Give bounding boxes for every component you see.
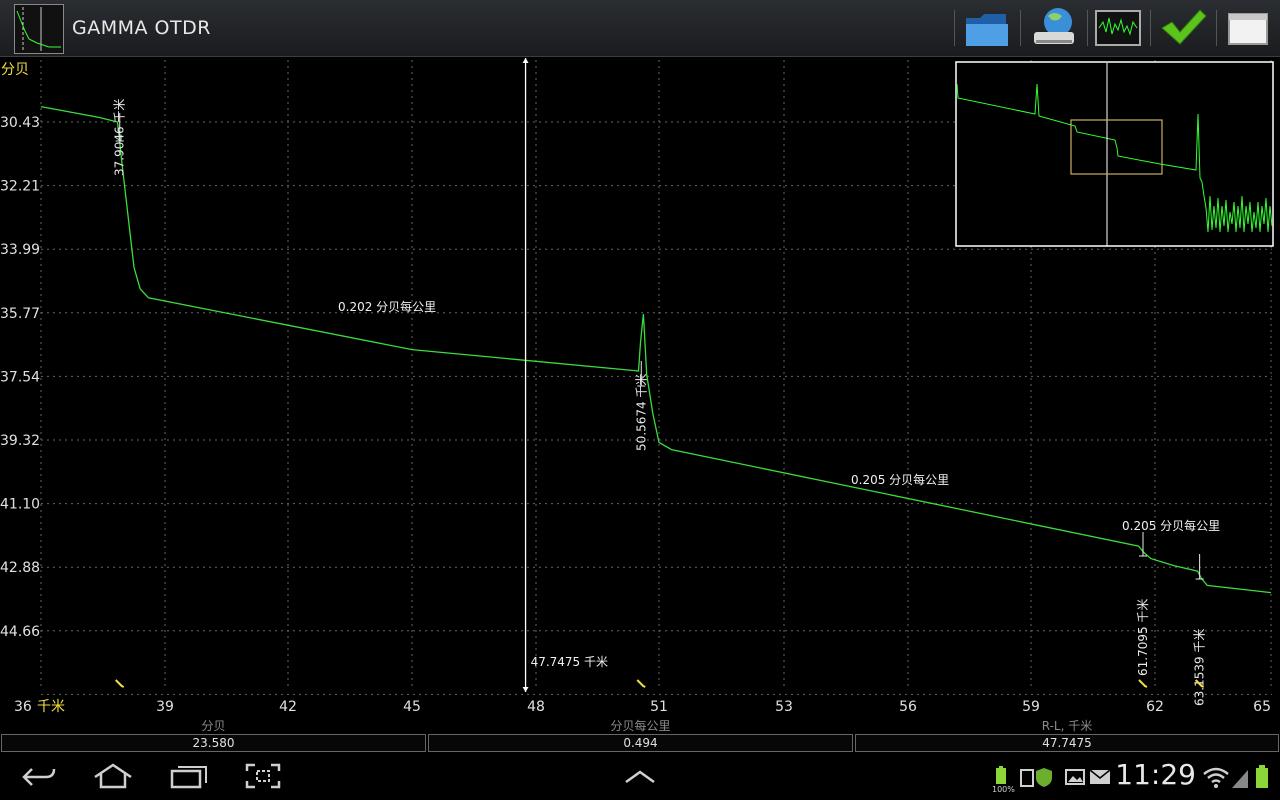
recent-apps-icon	[170, 766, 207, 789]
x-tick-label: 53	[775, 699, 793, 715]
y-tick-label: 32.21	[0, 179, 40, 195]
x-tick-label: 51	[650, 699, 668, 715]
cursor-top-arrow	[522, 58, 529, 63]
x-tick-label: 48	[527, 699, 545, 715]
trace-view-button[interactable]	[1090, 4, 1146, 52]
home-button[interactable]	[85, 758, 141, 794]
y-tick-label: 41.10	[0, 497, 40, 513]
event-flag	[1138, 679, 1148, 688]
folder-icon	[966, 14, 1008, 46]
event-distance-label: 50.5674 千米	[634, 374, 648, 451]
open-folder-button[interactable]	[959, 4, 1015, 52]
y-tick-label: 33.99	[0, 242, 40, 258]
wifi-icon	[1203, 767, 1229, 788]
battery-percent: 100%	[992, 785, 1015, 794]
otdr-trace-plot[interactable]: 30.43 32.21 33.99 35.77 37.54 39.32 41.10 42.88…	[0, 56, 1280, 716]
recent-apps-button[interactable]	[160, 758, 216, 794]
mail-icon	[1089, 769, 1111, 784]
x-tick-label: 45	[403, 699, 421, 715]
app-logo	[14, 4, 64, 54]
y-axis-ticks: 30.43 32.21 33.99 35.77 37.54 39.32 41.10 42.88…	[0, 115, 40, 640]
y-tick-label: 35.77	[0, 306, 40, 322]
distance-value: 47.7475	[855, 734, 1279, 752]
battery-icon	[1256, 765, 1268, 788]
attenuation-value: 0.494	[428, 734, 853, 752]
event-distance-label: 63.1539 千米	[1193, 629, 1207, 706]
x-tick-label: 65	[1253, 699, 1271, 715]
cursor-bottom-arrow	[522, 687, 529, 692]
distance-cursor[interactable]: 47.7475 千米	[522, 58, 608, 692]
event-marker[interactable]: 63.1539 千米	[1193, 554, 1207, 706]
sd-card-icon	[1020, 769, 1034, 787]
image-icon	[1065, 769, 1085, 785]
event-flag	[636, 679, 646, 688]
trace-view-icon	[1095, 10, 1141, 46]
distance-label: R-L, 千米	[1041, 719, 1093, 733]
system-nav-bar: 100% 11:29	[0, 752, 1280, 800]
x-tick-label: 42	[279, 699, 297, 715]
y-tick-label: 39.32	[0, 433, 40, 449]
x-tick-label: 59	[1022, 699, 1040, 715]
shield-icon	[1036, 768, 1052, 787]
measurement-bar: 分贝 23.580 分贝每公里 0.494 R-L, 千米 47.7475	[0, 716, 1280, 752]
connectivity-icons	[1203, 765, 1268, 788]
y-tick-label: 37.54	[0, 369, 40, 385]
loss-label: 分贝	[201, 719, 226, 733]
overview-minimap[interactable]	[955, 61, 1274, 247]
home-icon	[94, 763, 132, 789]
battery-full-icon	[996, 766, 1006, 784]
attenuation-label: 分贝每公里	[610, 719, 671, 733]
confirm-button[interactable]	[1155, 4, 1211, 52]
chevron-up-icon	[625, 770, 655, 784]
signal-icon	[1232, 770, 1248, 788]
slope-label: 0.202 分贝每公里	[338, 299, 436, 314]
event-distance-label: 37.9046 千米	[113, 99, 127, 176]
loss-measurement: 分贝 23.580	[0, 716, 427, 752]
slope-labels: 0.202 分贝每公里 0.205 分贝每公里 0.205 分贝每公里	[338, 299, 1220, 533]
x-tick-label: 56	[899, 699, 917, 715]
window-icon	[1228, 13, 1268, 45]
y-axis-unit: 分贝	[1, 62, 29, 78]
x-tick-label: 62	[1146, 699, 1164, 715]
y-tick-label: 42.88	[0, 560, 40, 576]
screenshot-icon	[245, 763, 281, 789]
x-tick-label: 39	[156, 699, 174, 715]
x-tick-label: 36	[14, 699, 32, 715]
back-button[interactable]	[12, 758, 68, 794]
slope-label: 0.205 分贝每公里	[1122, 518, 1220, 533]
app-title: GAMMA OTDR	[72, 17, 211, 39]
screenshot-button[interactable]	[235, 758, 291, 794]
event-marker[interactable]: 50.5674 千米	[634, 361, 648, 688]
distance-measurement: R-L, 千米 47.7475	[854, 716, 1280, 752]
expand-button[interactable]	[612, 758, 668, 794]
cursor-distance-label: 47.7475 千米	[531, 655, 608, 669]
x-axis-unit: 千米	[37, 699, 65, 715]
action-bar: GAMMA OTDR	[0, 0, 1280, 57]
event-flag	[115, 679, 125, 688]
back-icon	[22, 768, 56, 786]
window-button[interactable]	[1220, 4, 1276, 52]
status-icons: 100%	[992, 766, 1111, 794]
x-axis-ticks: 36 39 42 45 48 51 53 56 59 62 65 千米	[14, 699, 1271, 715]
checkmark-icon	[1161, 9, 1207, 45]
y-tick-label: 44.66	[0, 624, 40, 640]
attenuation-measurement: 分贝每公里 0.494	[427, 716, 854, 752]
slope-label: 0.205 分贝每公里	[851, 472, 949, 487]
loss-value: 23.580	[1, 734, 426, 752]
network-drive-icon	[1034, 8, 1074, 44]
y-tick-label: 30.43	[0, 115, 40, 131]
event-distance-label: 61.7095 千米	[1136, 599, 1150, 676]
network-button[interactable]	[1025, 4, 1081, 52]
clock: 11:29	[1115, 758, 1196, 791]
